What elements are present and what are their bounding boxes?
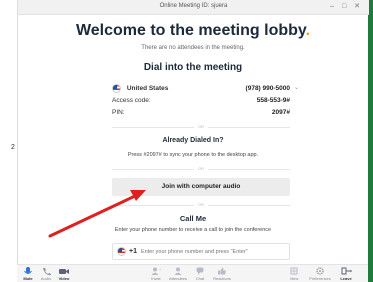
background-strip	[0, 0, 17, 282]
chat-label: Chat	[195, 276, 205, 281]
pin-row: PIN: 2097#	[112, 109, 290, 116]
country-code: +1	[129, 248, 137, 255]
call-me-title: Call Me	[179, 214, 207, 223]
gear-icon	[316, 267, 324, 275]
chevron-down-icon[interactable]: ⌄	[294, 84, 299, 91]
title-bar: Online Meeting ID: sjuera – □ ✕	[18, 0, 369, 15]
add-person-icon: +	[151, 267, 162, 275]
video-label: Video	[58, 276, 70, 281]
meeting-toolbar: Mute Audio Video + Invite Attendees Chat…	[17, 264, 368, 282]
divider: OR	[112, 166, 290, 171]
country-name: United States	[126, 85, 169, 92]
meeting-window: Online Meeting ID: sjuera – □ ✕ Welcome …	[17, 0, 369, 282]
divider-label: OR	[194, 202, 208, 207]
access-code-label: Access code:	[112, 97, 151, 104]
us-flag-icon	[112, 84, 121, 93]
attendees-button[interactable]: Attendees	[167, 266, 189, 281]
lobby-heading-text: Welcome to the meeting lobby	[75, 22, 306, 39]
svg-text:+: +	[159, 267, 162, 272]
phone-number-input[interactable]	[141, 246, 286, 258]
divider-label: OR	[194, 124, 208, 129]
divider: OR	[112, 124, 290, 129]
grid-view-icon	[290, 267, 298, 275]
dial-in-number: (978) 990-5000	[245, 85, 290, 92]
background-edge	[368, 0, 373, 282]
reactions-label: Reactions	[213, 276, 231, 281]
pin-label: PIN:	[112, 109, 125, 116]
dial-in-title: Dial into the meeting	[143, 62, 243, 73]
reactions-button[interactable]: Reactions	[211, 266, 233, 281]
window-controls[interactable]: – □ ✕	[330, 2, 363, 10]
view-button[interactable]: View	[283, 266, 305, 281]
leave-button[interactable]: Leave	[335, 266, 357, 281]
leave-label: Leave	[340, 276, 352, 281]
invite-label: Invite	[151, 276, 161, 281]
already-dialed-title: Already Dialed In?	[162, 137, 224, 144]
divider: OR	[112, 202, 290, 207]
access-code-value: 558-553-9#	[256, 97, 290, 104]
access-code-row: Access code: 558-553-9#	[112, 97, 290, 104]
exit-icon	[341, 267, 352, 275]
thumbs-up-icon	[218, 267, 226, 275]
view-label: View	[289, 276, 299, 281]
lobby-subheading: There are no attendees in the meeting.	[141, 45, 245, 51]
heading-dot: .	[305, 22, 311, 39]
preferences-label: Preferences	[309, 276, 331, 281]
phone-input-box[interactable]: +1	[112, 243, 290, 260]
chat-bubble-icon	[196, 267, 204, 275]
window-title: Online Meeting ID: sjuera	[159, 3, 228, 9]
pin-value: 2097#	[271, 109, 290, 116]
already-dialed-text: Press #2097# to sync your phone to the d…	[127, 152, 259, 158]
person-icon	[174, 267, 182, 275]
lobby-heading: Welcome to the meeting lobby.	[18, 22, 368, 40]
video-button[interactable]: Video	[53, 266, 75, 281]
attendees-label: Attendees	[168, 276, 187, 281]
join-computer-audio-button[interactable]: Join with computer audio	[112, 178, 290, 196]
divider-label: OR	[194, 166, 208, 171]
preferences-button[interactable]: Preferences	[309, 266, 331, 281]
chat-button[interactable]: Chat	[189, 266, 211, 281]
country-selector[interactable]: United States (978) 990-5000 ⌄	[112, 84, 299, 93]
video-camera-icon	[59, 269, 69, 274]
background-text: 2	[11, 144, 15, 151]
call-me-text: Enter your phone number to receive a cal…	[114, 227, 272, 233]
us-flag-icon[interactable]	[117, 247, 126, 256]
invite-button[interactable]: + Invite	[145, 266, 167, 281]
